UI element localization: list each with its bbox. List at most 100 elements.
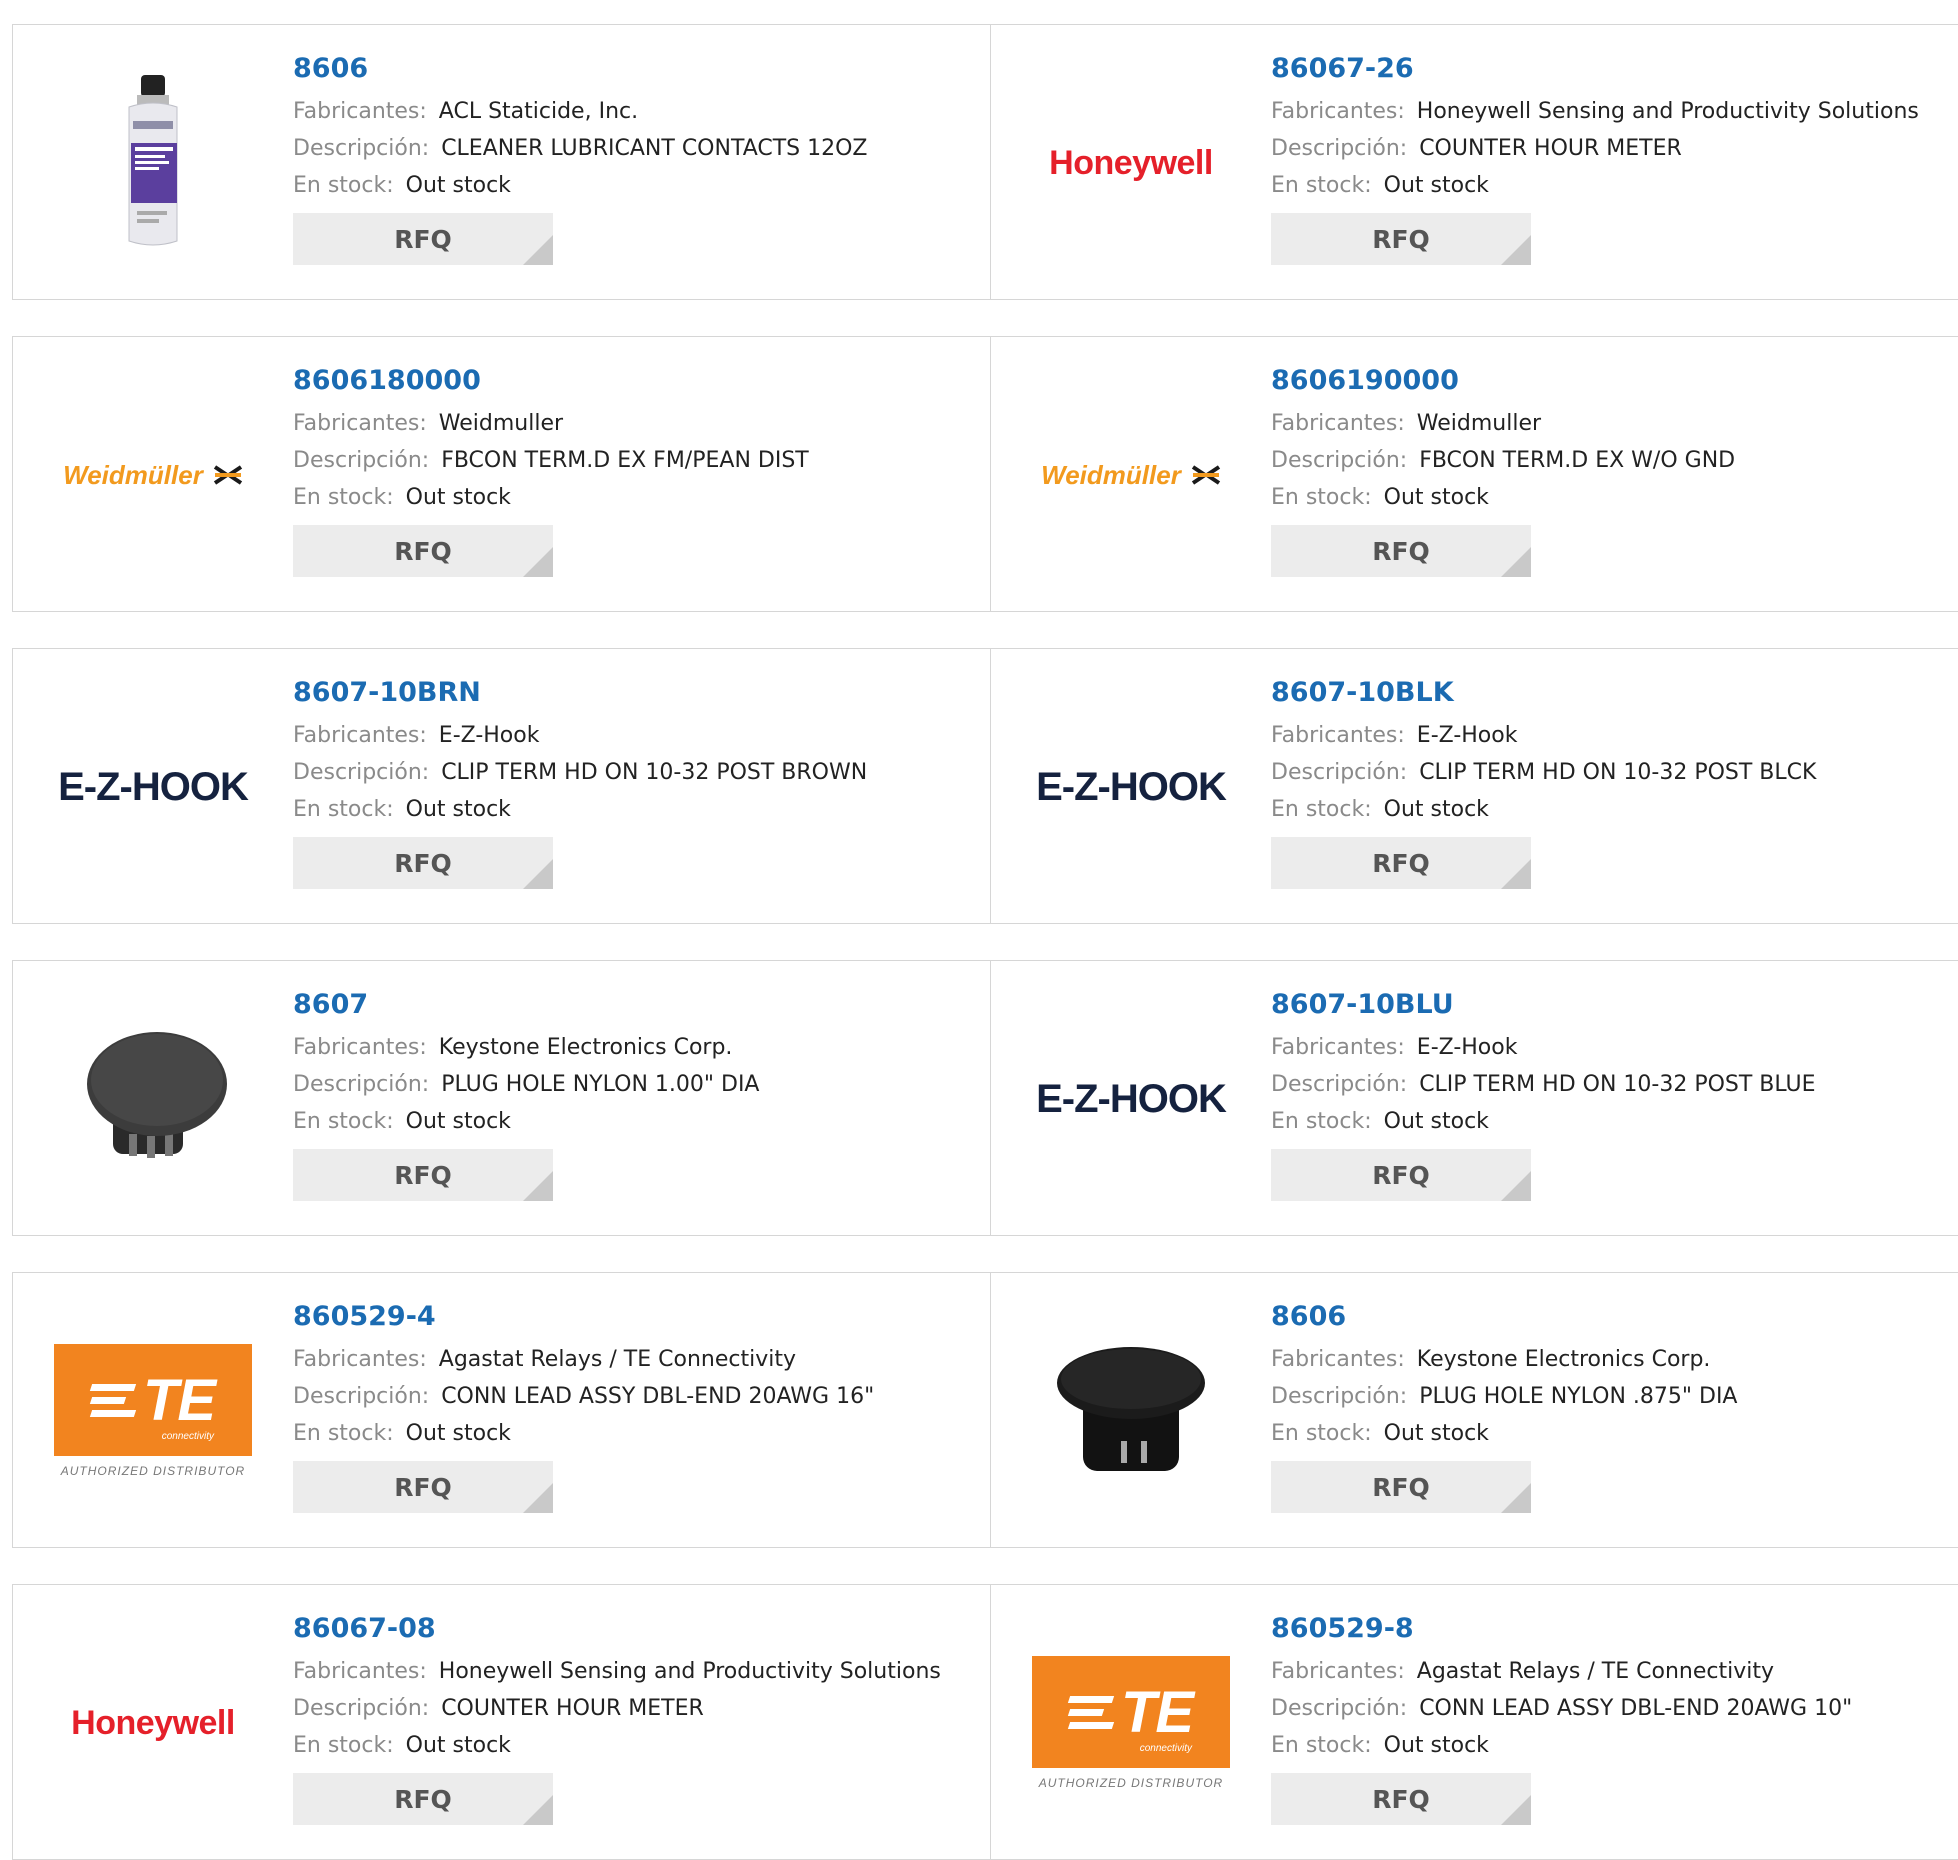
ezhook-logo: E-Z-HOOK	[1036, 764, 1227, 809]
part-number-link[interactable]: 860529-8	[1271, 1613, 1958, 1653]
description-label: Descripción:	[293, 1072, 430, 1097]
stock-row: En stock: Out stock	[1271, 479, 1958, 516]
rfq-button[interactable]: RFQ	[1271, 1773, 1531, 1825]
part-number-link[interactable]: 8607-10BLU	[1271, 989, 1958, 1029]
stock-row: En stock: Out stock	[1271, 1727, 1958, 1764]
description-row: Descripción: CONN LEAD ASSY DBL-END 20AWG…	[293, 1378, 980, 1415]
description-value: FBCON TERM.D EX FM/PEAN DIST	[441, 448, 809, 473]
stock-row: En stock: Out stock	[293, 1103, 980, 1140]
rfq-label: RFQ	[1372, 224, 1430, 254]
rfq-button[interactable]: RFQ	[1271, 213, 1531, 265]
stock-label: En stock:	[293, 797, 394, 822]
rfq-button[interactable]: RFQ	[1271, 837, 1531, 889]
part-number-link[interactable]: 8606	[1271, 1301, 1958, 1341]
te-logo: TE connectivity AUTHORIZED DISTRIBUTOR	[1032, 1656, 1230, 1790]
description-value: COUNTER HOUR METER	[441, 1696, 704, 1721]
manufacturer-value: E-Z-Hook	[438, 723, 540, 748]
product-thumbnail[interactable]: E-Z-HOOK	[1031, 689, 1231, 885]
part-number-link[interactable]: 8606190000	[1271, 365, 1958, 405]
corner-fold-icon	[1501, 235, 1531, 265]
stock-value: Out stock	[405, 1733, 511, 1758]
description-label: Descripción:	[293, 136, 430, 161]
stock-value: Out stock	[1383, 1733, 1489, 1758]
product-thumbnail[interactable]: Weidmüller	[53, 377, 253, 573]
rfq-button[interactable]: RFQ	[293, 837, 553, 889]
description-row: Descripción: COUNTER HOUR METER	[1271, 130, 1958, 167]
product-thumbnail[interactable]: Weidmüller	[1031, 377, 1231, 573]
rfq-button[interactable]: RFQ	[293, 1773, 553, 1825]
product-card: 8606 Fabricantes: Keystone Electronics Cor…	[990, 1272, 1958, 1548]
part-number-link[interactable]: 8607-10BRN	[293, 677, 980, 717]
honeywell-logo: Honeywell	[71, 1703, 235, 1742]
rfq-button[interactable]: RFQ	[1271, 525, 1531, 577]
manufacturer-row: Fabricantes: Weidmuller	[293, 405, 980, 442]
manufacturer-value: Keystone Electronics Corp.	[438, 1035, 733, 1060]
manufacturer-label: Fabricantes:	[1271, 1347, 1405, 1372]
description-value: CONN LEAD ASSY DBL-END 20AWG 16"	[441, 1384, 875, 1409]
rfq-button[interactable]: RFQ	[1271, 1149, 1531, 1201]
manufacturer-value: Weidmuller	[1416, 411, 1542, 436]
product-thumbnail[interactable]	[53, 65, 253, 261]
rfq-button[interactable]: RFQ	[1271, 1461, 1531, 1513]
weidmuller-mark-icon	[213, 465, 242, 485]
description-value: CLIP TERM HD ON 10-32 POST BLUE	[1419, 1072, 1816, 1097]
rfq-label: RFQ	[394, 1160, 452, 1190]
stock-value: Out stock	[405, 1109, 511, 1134]
rfq-button[interactable]: RFQ	[293, 1149, 553, 1201]
product-thumbnail[interactable]: TE connectivity AUTHORIZED DISTRIBUTOR	[1031, 1625, 1231, 1821]
description-row: Descripción: FBCON TERM.D EX W/O GND	[1271, 442, 1958, 479]
stock-row: En stock: Out stock	[293, 479, 980, 516]
stock-row: En stock: Out stock	[1271, 1103, 1958, 1140]
stock-value: Out stock	[405, 797, 511, 822]
corner-fold-icon	[1501, 1795, 1531, 1825]
honeywell-logo: Honeywell	[1049, 143, 1213, 182]
description-value: CLIP TERM HD ON 10-32 POST BROWN	[441, 760, 868, 785]
part-number-link[interactable]: 86067-26	[1271, 53, 1958, 93]
part-number-link[interactable]: 8607-10BLK	[1271, 677, 1958, 717]
manufacturer-row: Fabricantes: E-Z-Hook	[1271, 717, 1958, 754]
manufacturer-label: Fabricantes:	[1271, 411, 1405, 436]
part-number-link[interactable]: 86067-08	[293, 1613, 980, 1653]
stock-row: En stock: Out stock	[1271, 167, 1958, 204]
description-row: Descripción: CLIP TERM HD ON 10-32 POST B…	[293, 754, 980, 791]
product-card: E-Z-HOOK 8607-10BLK Fabricantes: E-Z-Hook D…	[990, 648, 1958, 924]
stock-value: Out stock	[1383, 1421, 1489, 1446]
product-thumbnail[interactable]: Honeywell	[1031, 65, 1231, 261]
product-thumbnail[interactable]	[53, 1001, 253, 1197]
manufacturer-label: Fabricantes:	[1271, 723, 1405, 748]
corner-fold-icon	[523, 1795, 553, 1825]
rfq-button[interactable]: RFQ	[293, 1461, 553, 1513]
product-thumbnail[interactable]: TE connectivity AUTHORIZED DISTRIBUTOR	[53, 1313, 253, 1509]
manufacturer-value: Keystone Electronics Corp.	[1416, 1347, 1711, 1372]
product-info: 8606 Fabricantes: Keystone Electronics Cor…	[1271, 1301, 1958, 1513]
product-info: 860529-4 Fabricantes: Agastat Relays / TE …	[293, 1301, 980, 1513]
corner-fold-icon	[1501, 859, 1531, 889]
stock-row: En stock: Out stock	[1271, 791, 1958, 828]
rfq-label: RFQ	[394, 536, 452, 566]
manufacturer-label: Fabricantes:	[293, 1659, 427, 1684]
manufacturer-row: Fabricantes: Weidmuller	[1271, 405, 1958, 442]
product-card: Weidmüller 8606180000 Fabricantes: Weidmul…	[12, 336, 991, 612]
stock-value: Out stock	[1383, 173, 1489, 198]
manufacturer-row: Fabricantes: E-Z-Hook	[1271, 1029, 1958, 1066]
part-number-link[interactable]: 8607	[293, 989, 980, 1029]
rfq-button[interactable]: RFQ	[293, 525, 553, 577]
product-card: Weidmüller 8606190000 Fabricantes: Weidmul…	[990, 336, 1958, 612]
product-thumbnail[interactable]: E-Z-HOOK	[1031, 1001, 1231, 1197]
product-info: 86067-08 Fabricantes: Honeywell Sensing an…	[293, 1613, 980, 1825]
product-thumbnail[interactable]: Honeywell	[53, 1625, 253, 1821]
product-thumbnail[interactable]	[1031, 1313, 1231, 1509]
corner-fold-icon	[1501, 1171, 1531, 1201]
hole-plug-image	[87, 1032, 227, 1158]
part-number-link[interactable]: 8606	[293, 53, 980, 93]
te-logo: TE connectivity AUTHORIZED DISTRIBUTOR	[54, 1344, 252, 1478]
rfq-label: RFQ	[394, 1784, 452, 1814]
part-number-link[interactable]: 860529-4	[293, 1301, 980, 1341]
rfq-button[interactable]: RFQ	[293, 213, 553, 265]
product-card: E-Z-HOOK 8607-10BRN Fabricantes: E-Z-Hook D…	[12, 648, 991, 924]
part-number-link[interactable]: 8606180000	[293, 365, 980, 405]
manufacturer-row: Fabricantes: E-Z-Hook	[293, 717, 980, 754]
description-label: Descripción:	[293, 1696, 430, 1721]
product-thumbnail[interactable]: E-Z-HOOK	[53, 689, 253, 885]
stock-value: Out stock	[1383, 1109, 1489, 1134]
